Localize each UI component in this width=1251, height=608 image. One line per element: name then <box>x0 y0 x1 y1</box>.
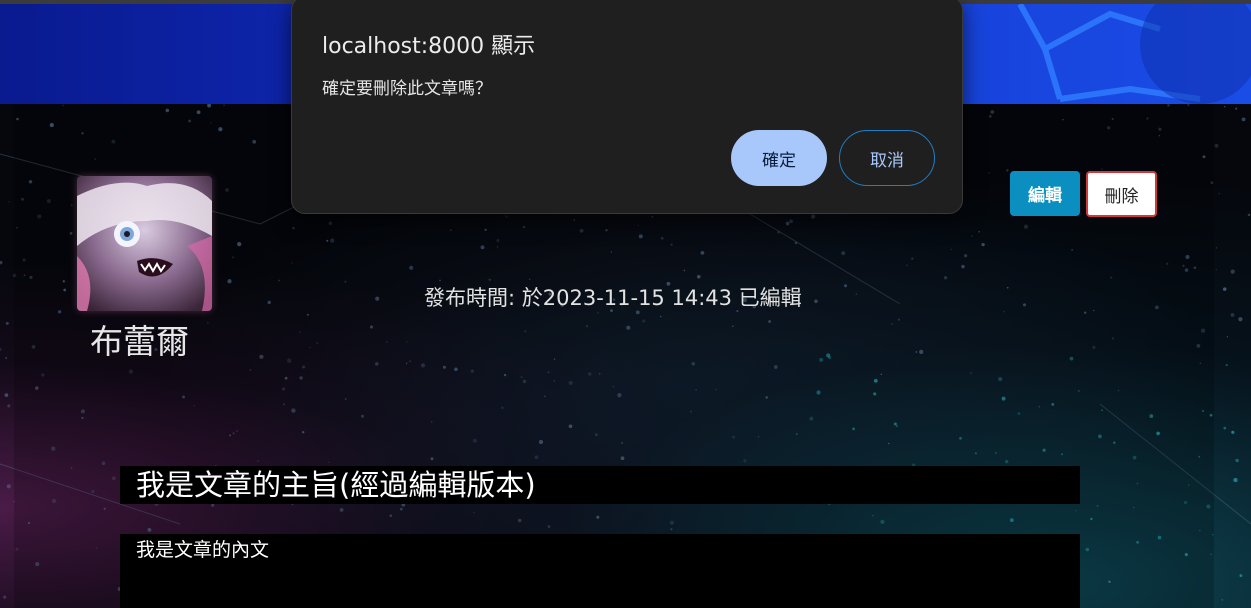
confirm-dialog: localhost:8000 顯示 確定要刪除此文章嗎？ 確定 取消 <box>291 0 963 214</box>
delete-button[interactable]: 刪除 <box>1086 171 1157 217</box>
dialog-message: 確定要刪除此文章嗎？ <box>322 79 492 99</box>
post-title: 我是文章的主旨(經過編輯版本) <box>120 466 1080 504</box>
publish-time: 發布時間: 於2023-11-15 14:43 已編輯 <box>424 286 802 310</box>
page: 布蕾爾 發布時間: 於2023-11-15 14:43 已編輯 編輯 刪除 我是… <box>0 0 1251 608</box>
post-content: 我是文章的內文 <box>120 534 1080 608</box>
author-name: 布蕾爾 <box>90 322 189 361</box>
dialog-cancel-button[interactable]: 取消 <box>839 130 935 186</box>
dialog-title: localhost:8000 顯示 <box>322 34 536 59</box>
edit-button[interactable]: 編輯 <box>1010 171 1080 216</box>
dialog-ok-button[interactable]: 確定 <box>731 130 827 186</box>
author-avatar <box>77 176 212 311</box>
